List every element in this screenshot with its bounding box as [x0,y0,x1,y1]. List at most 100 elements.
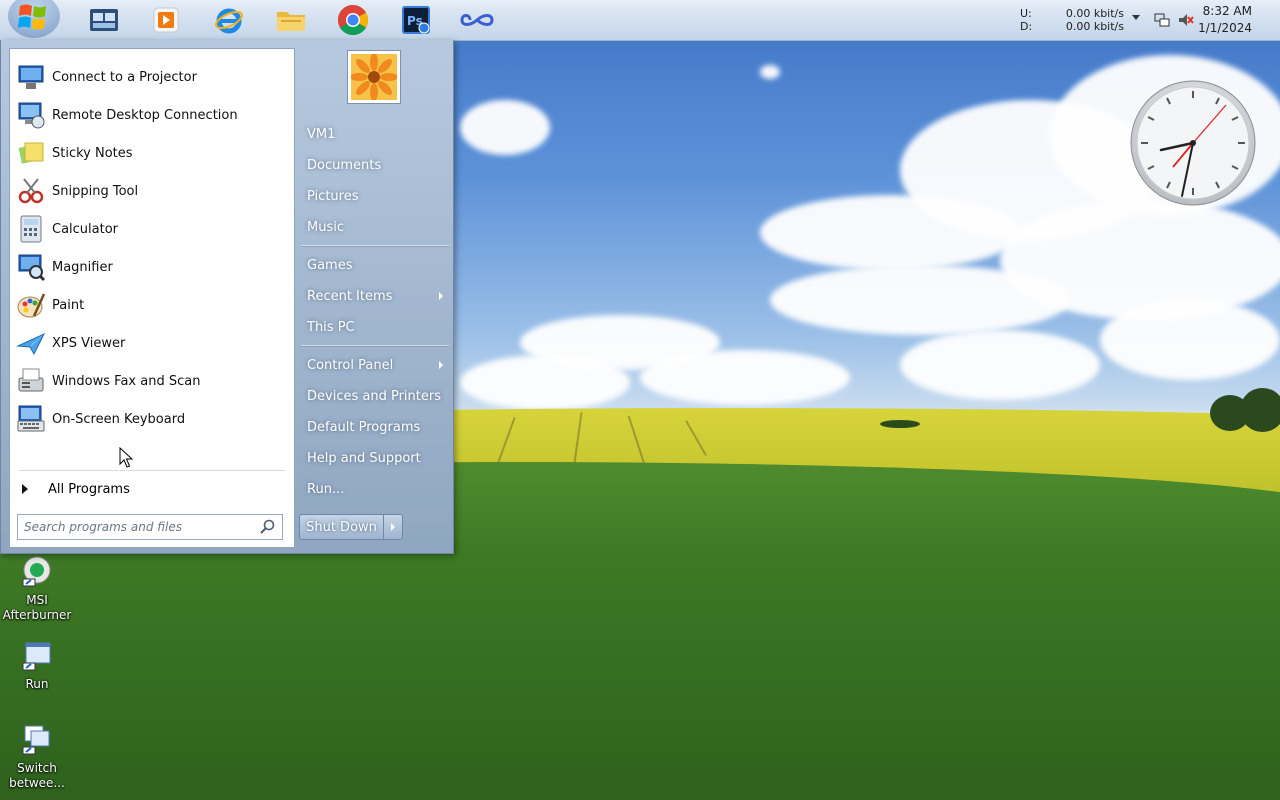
program-label: Magnifier [52,259,113,275]
right-item-label: Help and Support [307,450,421,466]
right-item-label: VM1 [307,126,336,142]
upload-label: U: [1020,7,1032,20]
program-label: Remote Desktop Connection [52,107,238,123]
scissors-icon [18,178,44,204]
right-item-label: Games [307,257,353,273]
user-account-picture[interactable] [347,50,401,104]
program-calculator[interactable]: Calculator [16,211,288,247]
arrow-right-icon [22,484,28,494]
keyboard-icon [17,405,45,432]
right-item-pictures[interactable]: Pictures [299,182,449,210]
right-item-label: Run... [307,481,345,497]
clock-gadget[interactable] [1130,80,1256,206]
program-magnifier[interactable]: Magnifier [16,249,288,285]
desktop-icon-label: MSI Afterburner [2,593,72,622]
start-menu-programs-pane: Connect to a Projector Remote Desktop Co… [9,48,295,548]
projector-icon [18,65,44,89]
right-item-label: Default Programs [307,419,421,435]
program-label: Snipping Tool [52,183,139,199]
divider [301,345,449,347]
arrow-right-icon [391,523,395,531]
fax-icon [18,368,44,392]
right-item-label: Pictures [307,188,359,204]
show-hidden-icons-chevron-icon[interactable] [1132,15,1140,20]
tray-clock-time[interactable]: 8:32 AM [1203,4,1252,18]
right-item-this-pc[interactable]: This PC [299,313,449,341]
right-item-documents[interactable]: Documents [299,151,449,179]
right-item-control-panel[interactable]: Control Panel [299,351,449,379]
submenu-arrow-icon [439,361,443,369]
program-label: Paint [52,297,85,313]
shutdown-options-button[interactable] [383,514,403,540]
program-label: Sticky Notes [52,145,133,161]
right-item-devices-and-printers[interactable]: Devices and Printers [299,382,449,410]
program-remote-desktop[interactable]: Remote Desktop Connection [16,97,288,133]
search-box[interactable] [17,514,283,540]
mouse-cursor-icon [119,447,133,468]
flower-avatar-icon [350,53,398,101]
calculator-icon [20,215,42,243]
program-connect-to-projector[interactable]: Connect to a Projector [16,59,288,95]
media-player-icon[interactable] [146,4,186,36]
desktop-icon-label: Run [25,677,49,691]
desktop-icon-run[interactable]: Run [0,639,74,692]
program-xps-viewer[interactable]: XPS Viewer [16,325,288,361]
switch-windows-icon [22,725,50,755]
upload-speed: 0.00 kbit/s [1065,7,1124,20]
search-icon[interactable] [258,517,278,537]
right-item-vm1[interactable]: VM1 [299,120,449,148]
program-paint[interactable]: Paint [16,287,288,323]
desktop-icon-label: Switch betwee... [9,761,65,790]
right-item-recent-items[interactable]: Recent Items [299,282,449,310]
sticky-notes-icon [18,142,44,164]
tray-clock-date[interactable]: 1/1/2024 [1198,21,1252,35]
remote-desktop-icon [18,102,45,129]
search-input[interactable] [18,519,258,535]
desktop-icon-msi-afterburner[interactable]: MSI Afterburner [0,555,74,623]
right-item-music[interactable]: Music [299,213,449,241]
divider [301,245,449,247]
right-item-label: This PC [307,319,355,335]
photoshop-icon[interactable]: Ps [396,4,436,36]
program-label: On-Screen Keyboard [52,411,186,427]
right-item-help-and-support[interactable]: Help and Support [299,444,449,472]
infinity-app-icon[interactable] [457,4,497,36]
right-item-label: Control Panel [307,357,394,373]
file-explorer-icon[interactable] [271,4,311,36]
right-item-label: Music [307,219,344,235]
internet-explorer-icon[interactable] [209,4,249,36]
right-item-default-programs[interactable]: Default Programs [299,413,449,441]
xps-viewer-icon [16,332,46,356]
all-programs-button[interactable]: All Programs [16,474,288,504]
start-menu: Connect to a Projector Remote Desktop Co… [0,40,454,554]
system-tray: U: D: 0.00 kbit/s 0.00 kbit/s 8:32 AM 1/… [990,0,1280,40]
program-sticky-notes[interactable]: Sticky Notes [16,135,288,171]
download-label: D: [1020,20,1033,33]
program-label: XPS Viewer [52,335,126,351]
download-speed: 0.00 kbit/s [1065,20,1124,33]
shutdown-button[interactable]: Shut Down [299,514,383,540]
submenu-arrow-icon [439,292,443,300]
windows-explorer-icon[interactable] [84,4,124,36]
divider [18,470,286,471]
network-icon[interactable] [1154,12,1170,28]
chrome-icon[interactable] [333,4,373,36]
program-label: Windows Fax and Scan [52,373,201,389]
right-item-run[interactable]: Run... [299,475,449,503]
msi-afterburner-icon [22,556,51,587]
program-on-screen-keyboard[interactable]: On-Screen Keyboard [16,401,288,437]
windows-logo-icon [8,0,60,38]
shutdown-group: Shut Down [299,514,403,540]
run-icon [22,642,51,671]
program-windows-fax-and-scan[interactable]: Windows Fax and Scan [16,363,288,399]
right-item-games[interactable]: Games [299,251,449,279]
paint-palette-icon [17,293,46,318]
program-label: Connect to a Projector [52,69,197,85]
magnifier-icon [18,254,46,282]
taskbar: Ps U: D: 0.00 kbit/s 0.00 kbit/s 8:32 AM… [0,0,1280,41]
program-snipping-tool[interactable]: Snipping Tool [16,173,288,209]
start-button[interactable] [4,0,62,44]
volume-muted-icon[interactable] [1178,12,1194,28]
program-label: Calculator [52,221,119,237]
desktop-icon-switch-windows[interactable]: Switch betwee... [0,723,74,791]
